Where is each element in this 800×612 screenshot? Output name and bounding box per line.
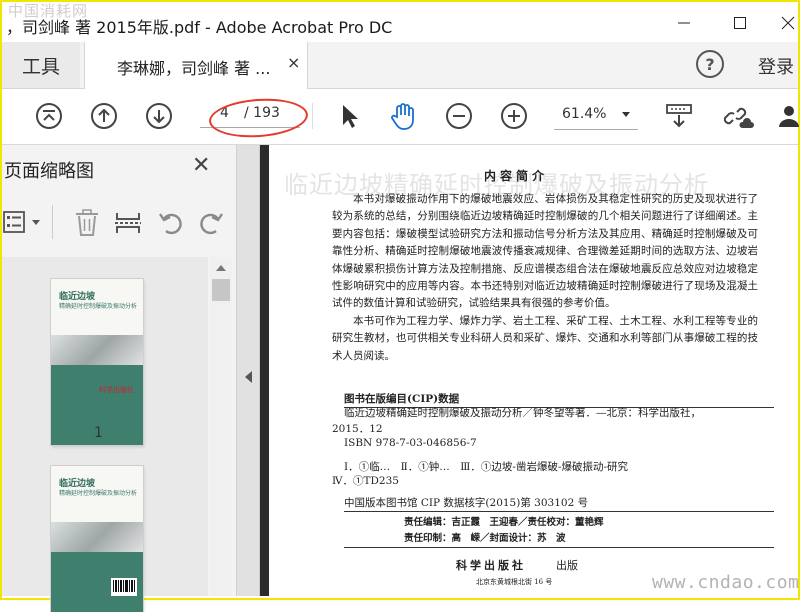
page-thumbnail-2[interactable]: 临近边坡 精确延时控制爆破及振动分析 <box>51 466 143 612</box>
cursor-arrow-icon <box>343 105 358 128</box>
panel-divider <box>52 205 53 239</box>
keyboard-scroll-icon <box>666 104 692 128</box>
close-icon <box>781 16 795 30</box>
cip-line-2: 2015．12 <box>332 423 383 435</box>
cip-line-3: ISBN 978-7-03-046856-7 <box>344 437 477 449</box>
thumbnail-cover-image <box>51 522 143 556</box>
section-heading: 内容简介 <box>484 169 549 183</box>
help-button[interactable]: ? <box>696 50 724 78</box>
thumbnail-subtitle: 精确延时控制爆破及振动分析 <box>59 303 138 310</box>
delete-page-button[interactable] <box>74 209 100 237</box>
cip-line-5: Ⅳ．①TD235 <box>332 475 399 487</box>
publisher-address: 北京东黄城根北街 16 号 <box>476 578 553 586</box>
zoom-in-button[interactable] <box>499 101 529 131</box>
link-cloud-icon <box>724 107 754 128</box>
tab-document[interactable]: 李琳娜，司剑峰 著 ... × <box>84 42 308 89</box>
editor-credits: 责任编辑：吉正霞 王迎春／责任校对：董艳辉 <box>404 517 604 528</box>
chevron-down-icon <box>622 112 630 117</box>
watermark-bottom: www.cndao.com <box>652 572 800 593</box>
rotate-clockwise-button[interactable] <box>198 209 224 237</box>
maximize-icon <box>734 17 746 29</box>
zoom-in-icon <box>501 103 527 129</box>
title-bar: 中国消耗网 ，司剑峰 著 2015年版.pdf - Adobe Acrobat … <box>2 2 798 42</box>
barcode-icon <box>111 578 137 596</box>
scroll-up-arrow[interactable] <box>216 265 226 271</box>
user-icon <box>779 106 799 127</box>
cip-number: 中国版本图书馆 CIP 数据核字(2015)第 303102 号 <box>344 497 589 509</box>
window-close-button[interactable] <box>768 8 800 38</box>
thumbnail-page-label: 1 <box>94 425 103 441</box>
select-tool-button[interactable] <box>334 101 364 131</box>
scrollbar-thumb[interactable] <box>212 279 230 301</box>
publisher-name: 科学出版社 <box>456 559 526 572</box>
hand-icon <box>391 103 414 130</box>
previous-page-button[interactable] <box>89 101 119 131</box>
thumbnail-scrollbar[interactable] <box>210 257 232 596</box>
tab-tools[interactable]: 工具 <box>2 42 80 88</box>
panel-close-button[interactable]: ✕ <box>192 153 210 178</box>
panel-toolbar <box>2 205 236 239</box>
publisher-suffix: 出版 <box>556 559 578 572</box>
summary-paragraph-1: 本书对爆破振动作用下的爆破地震效应、岩体损伤及其稳定性研究的历史及现状进行了较为… <box>332 193 758 310</box>
toolbar-divider <box>312 103 313 129</box>
cip-heading: 图书在版编目(CIP)数据 <box>344 393 460 405</box>
minimize-button[interactable] <box>664 8 704 38</box>
zoom-out-icon <box>446 103 472 129</box>
thumbnail-publisher: 科学出版社 <box>99 386 134 394</box>
insert-page-button[interactable] <box>114 209 142 237</box>
tab-close-button[interactable]: × <box>287 53 300 72</box>
panel-title: 页面缩略图 <box>4 161 94 182</box>
share-link-button[interactable] <box>724 101 754 131</box>
login-button[interactable]: 登录 <box>758 53 794 79</box>
tab-bar: 工具 李琳娜，司剑峰 著 ... × ? 登录 <box>2 42 798 89</box>
thumbnail-subtitle: 精确延时控制爆破及振动分析 <box>59 490 138 497</box>
thumbnail-list[interactable]: 临近边坡 精确延时控制爆破及振动分析 科学出版社 1 临近边坡 精确延时控制爆破… <box>2 257 208 612</box>
rotate-right-icon <box>200 213 223 235</box>
zoom-level-dropdown[interactable]: 61.4% <box>554 103 638 130</box>
thumbnail-cover-image <box>51 335 143 369</box>
scroll-mode-button[interactable] <box>664 101 694 131</box>
first-page-icon <box>36 103 62 129</box>
cip-bottom-rule <box>344 511 774 512</box>
arrow-up-icon <box>91 103 117 129</box>
insert-page-icon <box>115 213 141 233</box>
summary-paragraph-2: 本书可作为工程力学、爆炸力学、岩土工程、采矿工程、土木工程、水利工程等专业的研究… <box>332 315 758 362</box>
first-page-button[interactable] <box>34 101 64 131</box>
maximize-button[interactable] <box>720 8 760 38</box>
tab-document-label: 李琳娜，司剑峰 著 ... <box>117 59 271 78</box>
print-credits: 责任印制：高 嵘／封面设计：苏 波 <box>404 533 566 544</box>
rotate-counterclockwise-button[interactable] <box>158 209 184 237</box>
page-thumbnail-1[interactable]: 临近边坡 精确延时控制爆破及振动分析 科学出版社 <box>51 279 143 445</box>
next-page-button[interactable] <box>144 101 174 131</box>
list-options-icon <box>3 211 40 233</box>
page-spine-edge <box>260 145 269 596</box>
hand-tool-button[interactable] <box>388 101 418 131</box>
options-menu-button[interactable] <box>2 209 46 235</box>
zoom-level-value: 61.4% <box>562 106 607 122</box>
toolbar: 4 / 193 61.4% <box>2 89 800 145</box>
cip-line-4: Ⅰ．①临… Ⅱ．①钟… Ⅲ．①边坡-凿岩爆破-爆破振动-研究 <box>344 461 629 473</box>
minimize-icon <box>678 22 690 24</box>
collapse-left-icon[interactable] <box>245 371 252 383</box>
rotate-left-icon <box>159 213 182 235</box>
window-title: ，司剑峰 著 2015年版.pdf - Adobe Acrobat Pro DC <box>6 18 393 37</box>
zoom-out-button[interactable] <box>444 101 474 131</box>
thumbnails-panel: 页面缩略图 ✕ 临近边坡 精确延时控制爆破及振动分析 科学出版社 1 临近边坡 … <box>2 145 237 612</box>
panel-collapse-strip[interactable] <box>237 145 260 596</box>
credits-rule <box>344 547 774 548</box>
account-button[interactable] <box>774 101 800 131</box>
cip-line-1: 临近边坡精确延时控制爆破及振动分析／钟冬望等著．—北京：科学出版社， <box>344 407 701 419</box>
trash-icon <box>76 209 98 236</box>
arrow-down-icon <box>146 103 172 129</box>
document-view[interactable]: 临近边坡精确延时控制爆破及振动分析 内容简介 本书对爆破振动作用下的爆破地震效应… <box>260 145 796 596</box>
